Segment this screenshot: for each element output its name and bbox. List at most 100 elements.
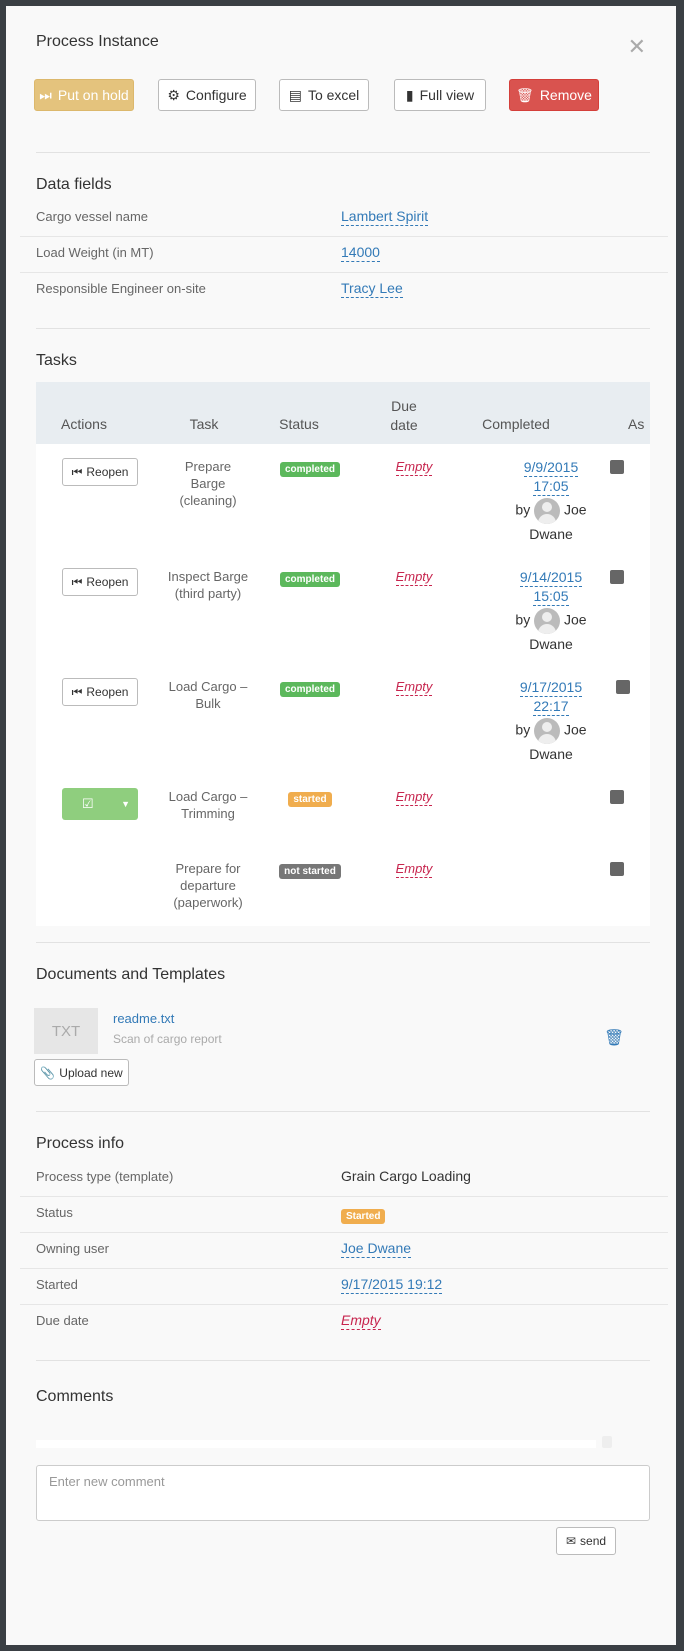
status-badge-cell: completed — [266, 570, 354, 587]
info-label: Owning user — [36, 1241, 109, 1256]
caret-down-icon[interactable]: ▼ — [121, 799, 130, 809]
due-date[interactable]: Empty — [395, 569, 433, 586]
column-header[interactable]: As — [628, 416, 650, 432]
skip-back-icon: ⏮ — [71, 574, 83, 589]
field-label: Responsible Engineer on-site — [36, 281, 206, 296]
owning-user-link[interactable]: Joe Dwane — [341, 1240, 412, 1258]
due-date-cell: Empty — [384, 459, 444, 476]
comments-list — [36, 1440, 596, 1448]
divider — [36, 1360, 650, 1361]
spreadsheet-icon: ▤ — [288, 86, 302, 103]
status-badge: not started — [279, 864, 341, 879]
comment-input[interactable]: Enter new comment — [36, 1465, 650, 1521]
due-date-cell: Empty — [384, 861, 444, 878]
completed-time[interactable]: 17:05 — [533, 478, 569, 496]
completed-cell: 9/17/2015 22:17 by Joe Dwane — [515, 679, 587, 762]
assignee-badge — [610, 790, 624, 804]
info-label: Due date — [36, 1313, 89, 1328]
status-badge: completed — [279, 572, 340, 587]
trash-icon[interactable]: 🗑 — [604, 1028, 624, 1048]
assignee-badge — [616, 680, 630, 694]
completed-date[interactable]: 9/17/2015 — [519, 679, 583, 697]
to-excel-button[interactable]: ▤ To excel — [279, 79, 369, 111]
table-row: ⏮ Reopen Load Cargo – Bulk completed Emp… — [36, 664, 650, 774]
due-date-cell: Empty — [384, 679, 444, 696]
info-label: Process type (template) — [36, 1169, 174, 1184]
due-date[interactable]: Empty — [395, 861, 433, 878]
gear-icon: ⚙ — [167, 86, 180, 103]
due-date[interactable]: Empty — [395, 679, 433, 696]
due-date-cell: Empty — [384, 569, 444, 586]
assignee-badge — [610, 570, 624, 584]
avatar — [534, 718, 561, 744]
completed-date[interactable]: 9/9/2015 — [523, 459, 579, 477]
info-row: Process type (template) Grain Cargo Load… — [20, 1159, 668, 1197]
documents-title: Documents and Templates — [36, 966, 226, 983]
reopen-button[interactable]: ⏮ Reopen — [62, 568, 138, 596]
fast-forward-icon: ⏭ — [39, 86, 52, 103]
field-label: Load Weight (in MT) — [36, 245, 154, 260]
divider — [36, 1111, 650, 1112]
column-header[interactable]: Completed — [476, 416, 556, 432]
data-field-row: Load Weight (in MT) 14000 — [20, 235, 668, 273]
status-badge-cell: started — [266, 790, 354, 807]
full-view-button[interactable]: ▮ Full view — [394, 79, 486, 111]
completed-cell: 9/14/2015 15:05 by Joe Dwane — [515, 569, 587, 652]
configure-button[interactable]: ⚙ Configure — [158, 79, 256, 111]
due-date[interactable]: Empty — [395, 789, 433, 806]
due-date[interactable]: Empty — [395, 459, 433, 476]
info-label: Status — [36, 1205, 73, 1220]
status-cell: Started — [341, 1206, 386, 1224]
status-badge: started — [288, 792, 332, 807]
tasks-table: Actions Task Status Due date Completed A… — [36, 382, 650, 926]
divider — [36, 152, 650, 153]
field-value[interactable]: 14000 — [341, 244, 380, 262]
completed-date[interactable]: 9/14/2015 — [519, 569, 583, 587]
reopen-button[interactable]: ⏮ Reopen — [62, 458, 138, 486]
remove-button[interactable]: 🗑 Remove — [509, 79, 599, 111]
info-label: Started — [36, 1277, 78, 1292]
send-button[interactable]: ✉ send — [556, 1527, 616, 1555]
avatar — [534, 608, 561, 634]
column-header[interactable]: Task — [176, 416, 232, 432]
reopen-button[interactable]: ⏮ Reopen — [62, 678, 138, 706]
started-date[interactable]: 9/17/2015 19:12 — [341, 1276, 443, 1294]
complete-task-split-button[interactable]: ☑ ▼ — [62, 788, 138, 820]
put-on-hold-button[interactable]: ⏭ Put on hold — [34, 79, 134, 111]
task-name: Prepare Barge (cleaning) — [179, 459, 237, 508]
status-badge-cell: completed — [266, 460, 354, 477]
skip-back-icon: ⏮ — [71, 684, 83, 699]
divider — [36, 942, 650, 943]
assignee-badge — [610, 460, 624, 474]
close-icon[interactable]: ✕ — [628, 34, 646, 60]
task-name: Inspect Barge (third party) — [167, 569, 249, 601]
status-badge: completed — [279, 462, 340, 477]
info-row: Owning user Joe Dwane — [20, 1231, 668, 1269]
upload-new-button[interactable]: 📎 Upload new — [34, 1059, 129, 1086]
comments-title: Comments — [36, 1388, 114, 1405]
table-row: ⏮ Reopen Inspect Barge (third party) com… — [36, 554, 650, 664]
status-badge: completed — [279, 682, 340, 697]
field-value[interactable]: Lambert Spirit — [341, 208, 429, 226]
data-fields-title: Data fields — [36, 176, 112, 193]
avatar — [534, 498, 561, 524]
column-header[interactable]: Due date — [384, 397, 424, 435]
column-header[interactable]: Actions — [58, 416, 110, 432]
column-header[interactable]: Status — [271, 416, 327, 432]
due-date-cell: Empty — [384, 789, 444, 806]
data-field-row: Responsible Engineer on-site Tracy Lee — [20, 271, 668, 309]
status-badge-cell: not started — [266, 862, 354, 879]
file-name-link[interactable]: readme.txt — [113, 1011, 174, 1026]
info-row: Due date Empty — [20, 1303, 668, 1341]
process-info-title: Process info — [36, 1135, 125, 1152]
scrollbar[interactable] — [602, 1436, 612, 1448]
field-value[interactable]: Tracy Lee — [341, 280, 403, 298]
info-row: Started 9/17/2015 19:12 — [20, 1267, 668, 1305]
due-date[interactable]: Empty — [341, 1312, 381, 1330]
file-description: Scan of cargo report — [113, 1032, 222, 1046]
process-type-value: Grain Cargo Loading — [341, 1168, 471, 1184]
completed-time[interactable]: 15:05 — [533, 588, 569, 606]
table-row: Prepare for departure (paperwork) not st… — [36, 846, 650, 926]
completed-time[interactable]: 22:17 — [533, 698, 569, 716]
process-instance-modal: Process Instance ✕ ⏭ Put on hold ⚙ Confi… — [6, 6, 676, 1645]
